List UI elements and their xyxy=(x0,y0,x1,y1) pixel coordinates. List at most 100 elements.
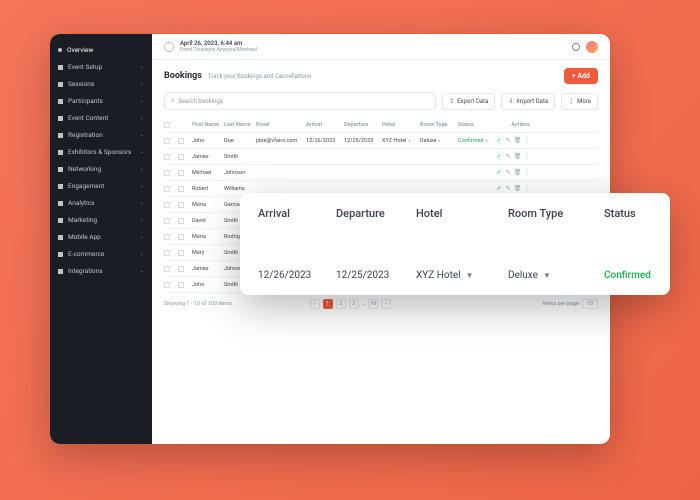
row-checkbox[interactable] xyxy=(164,234,170,240)
col-room[interactable]: Room Type xyxy=(420,122,456,128)
col-email[interactable]: Email xyxy=(256,122,304,128)
table-row[interactable]: MichaelJohnson✓✎🗑⋮ xyxy=(164,165,598,181)
nav-icon xyxy=(58,218,63,223)
row-expand[interactable] xyxy=(178,202,184,208)
edit-icon[interactable]: ✎ xyxy=(505,169,511,176)
sidebar-item-event-setup[interactable]: Event Setup⌄ xyxy=(50,59,152,75)
cell-first: Robert xyxy=(192,186,222,192)
add-button[interactable]: + Add xyxy=(564,68,598,84)
overlay-hotel-select[interactable]: XYZ Hotel▼ xyxy=(416,270,502,281)
cell-first: John xyxy=(192,282,222,288)
sidebar-item-mobile-app[interactable]: Mobile App⌄ xyxy=(50,229,152,245)
sidebar-item-participants[interactable]: Participants⌄ xyxy=(50,93,152,109)
col-departure[interactable]: Departure xyxy=(344,122,380,128)
more-button[interactable]: ⋮More xyxy=(561,93,598,110)
pager-page-1[interactable]: 1 xyxy=(323,299,333,309)
sidebar-item-e-commerce[interactable]: E-commerce⌄ xyxy=(50,246,152,262)
more-icon[interactable]: ⋮ xyxy=(524,169,530,176)
row-checkbox[interactable] xyxy=(164,138,170,144)
cell-status[interactable]: Confirmed▾ xyxy=(458,138,494,144)
chevron-down-icon: ⌄ xyxy=(140,268,144,274)
overlay-col-departure: Departure xyxy=(336,207,410,220)
avatar[interactable] xyxy=(586,41,598,53)
pager-showing: Showing 1 - 10 of 100 items xyxy=(164,301,232,307)
sidebar-item-analytics[interactable]: Analytics⌄ xyxy=(50,195,152,211)
import-button[interactable]: ⇩Import Data xyxy=(501,93,555,110)
sidebar-item-overview[interactable]: Overview xyxy=(50,42,152,58)
col-first[interactable]: First Name xyxy=(192,122,222,128)
pager-prev[interactable]: ‹ xyxy=(310,299,320,309)
delete-icon[interactable]: 🗑 xyxy=(514,137,521,144)
delete-icon[interactable]: 🗑 xyxy=(514,153,521,160)
row-expand[interactable] xyxy=(178,250,184,256)
check-icon[interactable]: ✓ xyxy=(496,153,502,160)
edit-icon[interactable]: ✎ xyxy=(505,153,511,160)
per-page-select[interactable]: 10 xyxy=(582,299,598,309)
check-icon[interactable]: ✓ xyxy=(496,169,502,176)
pager-page-3[interactable]: 3 xyxy=(349,299,359,309)
nav-icon xyxy=(58,65,63,70)
table-row[interactable]: JamesSmith✓✎🗑⋮ xyxy=(164,149,598,165)
sidebar-item-registration[interactable]: Registration⌄ xyxy=(50,127,152,143)
col-status[interactable]: Status xyxy=(458,122,494,128)
row-checkbox[interactable] xyxy=(164,170,170,176)
pager-page-10[interactable]: 10 xyxy=(368,299,378,309)
cell-hotel[interactable]: XYZ Hotel▾ xyxy=(382,138,418,144)
row-checkbox[interactable] xyxy=(164,218,170,224)
export-button[interactable]: ⇪Export Data xyxy=(442,93,495,110)
check-icon[interactable]: ✓ xyxy=(496,137,502,144)
edit-icon[interactable]: ✎ xyxy=(505,185,511,192)
chevron-down-icon: ⌄ xyxy=(140,64,144,70)
row-expand[interactable] xyxy=(178,186,184,192)
chevron-down-icon: ⌄ xyxy=(140,183,144,189)
row-checkbox[interactable] xyxy=(164,282,170,288)
cell-email: jdoe@vfairs.com xyxy=(256,138,304,144)
overlay-room-select[interactable]: Deluxe▼ xyxy=(508,270,598,281)
row-expand[interactable] xyxy=(178,266,184,272)
sidebar-item-exhibitors-sponsors[interactable]: Exhibitors & Sponsors⌄ xyxy=(50,144,152,160)
select-all-checkbox[interactable] xyxy=(164,122,170,128)
sidebar-item-sessions[interactable]: Sessions⌄ xyxy=(50,76,152,92)
row-checkbox[interactable] xyxy=(164,202,170,208)
sidebar-item-marketing[interactable]: Marketing⌄ xyxy=(50,212,152,228)
row-checkbox[interactable] xyxy=(164,266,170,272)
overlay-col-status: Status xyxy=(604,207,674,220)
bell-icon[interactable] xyxy=(572,43,580,51)
sidebar-item-label: Mobile App xyxy=(68,233,101,241)
more-icon[interactable]: ⋮ xyxy=(524,137,530,144)
row-checkbox[interactable] xyxy=(164,250,170,256)
check-icon[interactable]: ✓ xyxy=(496,185,502,192)
row-checkbox[interactable] xyxy=(164,154,170,160)
row-expand[interactable] xyxy=(178,218,184,224)
sidebar-item-integrations[interactable]: Integrations⌄ xyxy=(50,263,152,279)
chevron-down-icon: ⌄ xyxy=(140,81,144,87)
col-hotel[interactable]: Hotel xyxy=(382,122,418,128)
sidebar-item-engagement[interactable]: Engagement⌄ xyxy=(50,178,152,194)
cell-room[interactable]: Deluxe▾ xyxy=(420,138,456,144)
search-input[interactable]: ⌕ Search bookings xyxy=(164,92,436,110)
more-icon[interactable]: ⋮ xyxy=(524,153,530,160)
clock-icon xyxy=(164,42,174,52)
sidebar: OverviewEvent Setup⌄Sessions⌄Participant… xyxy=(50,34,152,444)
pager-next[interactable]: › xyxy=(381,299,391,309)
cell-first: Maria xyxy=(192,202,222,208)
row-expand[interactable] xyxy=(178,154,184,160)
row-expand[interactable] xyxy=(178,282,184,288)
row-expand[interactable] xyxy=(178,138,184,144)
delete-icon[interactable]: 🗑 xyxy=(514,185,521,192)
overlay-row: 12/26/2023 12/25/2023 XYZ Hotel▼ Deluxe▼… xyxy=(258,270,652,281)
col-last[interactable]: Last Name xyxy=(224,122,254,128)
row-expand[interactable] xyxy=(178,170,184,176)
table-row[interactable]: JohnDoejdoe@vfairs.com12/26/202312/25/20… xyxy=(164,133,598,149)
more-icon[interactable]: ⋮ xyxy=(524,185,530,192)
sidebar-item-event-content[interactable]: Event Content⌄ xyxy=(50,110,152,126)
row-expand[interactable] xyxy=(178,234,184,240)
edit-icon[interactable]: ✎ xyxy=(505,137,511,144)
row-checkbox[interactable] xyxy=(164,186,170,192)
col-arrival[interactable]: Arrival xyxy=(306,122,342,128)
pager-page-2[interactable]: 2 xyxy=(336,299,346,309)
delete-icon[interactable]: 🗑 xyxy=(514,169,521,176)
toolbar: ⌕ Search bookings ⇪Export Data ⇩Import D… xyxy=(152,92,610,118)
sidebar-item-networking[interactable]: Networking⌄ xyxy=(50,161,152,177)
chevron-down-icon: ▼ xyxy=(466,271,474,280)
